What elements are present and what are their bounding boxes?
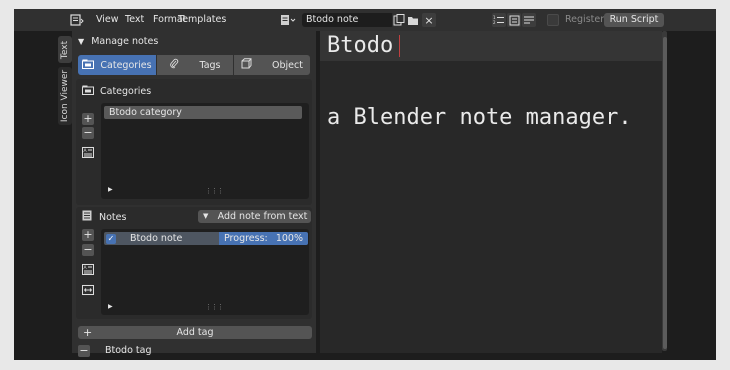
cube-icon (241, 58, 252, 72)
open-folder-icon[interactable] (406, 13, 420, 27)
editor-scrollbar[interactable] (663, 37, 667, 349)
tab-tags[interactable]: Tags (157, 55, 233, 75)
tab-categories-label: Categories (100, 59, 152, 71)
dropdown-arrow-icon: ▼ (203, 212, 209, 220)
remove-note-button[interactable]: − (82, 244, 94, 256)
right-border (669, 31, 716, 360)
tab-object-label: Object (272, 59, 303, 71)
text-browse-icon[interactable] (278, 13, 298, 27)
list-expand-icon[interactable]: ▶ (108, 186, 113, 193)
register-checkbox[interactable] (547, 14, 559, 26)
tag-row: − Btodo tag (78, 344, 152, 357)
add-note-from-text-button[interactable]: ▼ Add note from text (198, 210, 311, 223)
note-row-left: ✓ Btodo note (104, 232, 219, 245)
run-script-button[interactable]: Run Script (604, 13, 664, 27)
add-tag-label: Add tag (176, 327, 214, 338)
collapse-arrow-icon: ▼ (78, 37, 85, 46)
notes-header: Notes (82, 210, 126, 224)
text-line-2: a Blender note manager. (327, 105, 632, 130)
note-item[interactable]: ✓ Btodo note Progress: 100% (104, 232, 310, 245)
add-note-from-text-label: Add note from text (217, 211, 308, 222)
menu-text[interactable]: Text (125, 13, 144, 27)
tag-name: Btodo tag (105, 345, 152, 356)
progress-value: 100% (275, 233, 303, 244)
menu-format[interactable]: Templates (178, 13, 226, 27)
text-editor-area[interactable]: Btodo a Blender note manager. (320, 31, 662, 353)
swap-arrows-icon[interactable] (82, 284, 94, 296)
add-tag-plus-icon: + (83, 326, 93, 339)
svg-text:2: 2 (493, 20, 496, 25)
categories-list: Btodo category ▶ ⋮⋮⋮ (101, 103, 309, 199)
categories-header-icon (82, 85, 94, 98)
close-text-icon[interactable]: × (422, 13, 436, 27)
category-item[interactable]: Btodo category (104, 106, 302, 119)
menu-view[interactable]: View (96, 13, 119, 27)
tab-text[interactable]: Text (58, 36, 72, 63)
panel-title: Manage notes (91, 36, 159, 47)
paperclip-icon (169, 58, 179, 72)
tab-tags-label: Tags (199, 59, 221, 71)
note-name: Btodo note (130, 233, 183, 244)
word-wrap-icon[interactable] (507, 13, 521, 27)
text-line-1: Btodo (327, 33, 394, 58)
notes-expand-icon[interactable]: ▶ (108, 303, 113, 310)
register-toggle[interactable]: Register (547, 13, 604, 27)
current-line-highlight: Btodo (320, 31, 662, 61)
text-editor-header: View Text Format Templates Btodo note × … (14, 9, 716, 31)
new-text-icon[interactable] (392, 13, 406, 27)
line-numbers-icon[interactable]: 12 (492, 13, 506, 27)
category-details-icon[interactable]: A (82, 146, 94, 158)
remove-tag-button[interactable]: − (78, 344, 90, 357)
panel-header[interactable]: ▼ Manage notes (78, 35, 158, 49)
svg-text:A: A (84, 265, 88, 271)
categories-subpanel: Categories + − A Btodo category ▶ ⋮⋮⋮ (76, 79, 312, 205)
categories-header-label: Categories (100, 85, 152, 97)
manage-notes-panel: ▼ Manage notes Categories Tags Object Ca… (72, 31, 316, 357)
syntax-highlight-icon[interactable] (522, 13, 536, 27)
text-cursor (399, 35, 400, 57)
tab-categories[interactable]: Categories (78, 55, 156, 75)
remove-category-button[interactable]: − (82, 127, 94, 139)
sidebar-tabs: Text Icon Viewer (14, 31, 72, 360)
add-note-button[interactable]: + (82, 229, 94, 241)
notes-label: Notes (99, 211, 127, 223)
add-tag-button[interactable]: + Add tag (78, 326, 312, 339)
add-category-button[interactable]: + (82, 113, 94, 125)
notes-subpanel: Notes ▼ Add note from text + − A ✓ Btodo… (76, 207, 312, 319)
notes-icon (82, 210, 92, 224)
editor-type-icon[interactable] (67, 13, 87, 27)
blender-window: View Text Format Templates Btodo note × … (14, 9, 716, 360)
note-done-checkbox[interactable]: ✓ (106, 233, 116, 244)
list-resize-handle[interactable]: ⋮⋮⋮ (205, 187, 224, 195)
categories-icon (82, 59, 95, 72)
categories-header: Categories (82, 84, 151, 98)
text-name-field[interactable]: Btodo note (302, 13, 394, 27)
note-progress-bar: Progress: 100% (219, 232, 308, 245)
tab-object[interactable]: Object (234, 55, 310, 75)
progress-label: Progress: (224, 233, 268, 244)
register-label: Register (565, 14, 605, 25)
tab-text-label: Text (60, 40, 71, 59)
svg-text:A: A (84, 148, 88, 154)
tab-icon-viewer[interactable]: Icon Viewer (58, 67, 72, 125)
notes-resize-handle[interactable]: ⋮⋮⋮ (205, 303, 224, 311)
tab-icon-viewer-label: Icon Viewer (60, 69, 70, 123)
note-details-icon[interactable]: A (82, 263, 94, 275)
notes-list: ✓ Btodo note Progress: 100% ▶ ⋮⋮⋮ (101, 229, 309, 315)
